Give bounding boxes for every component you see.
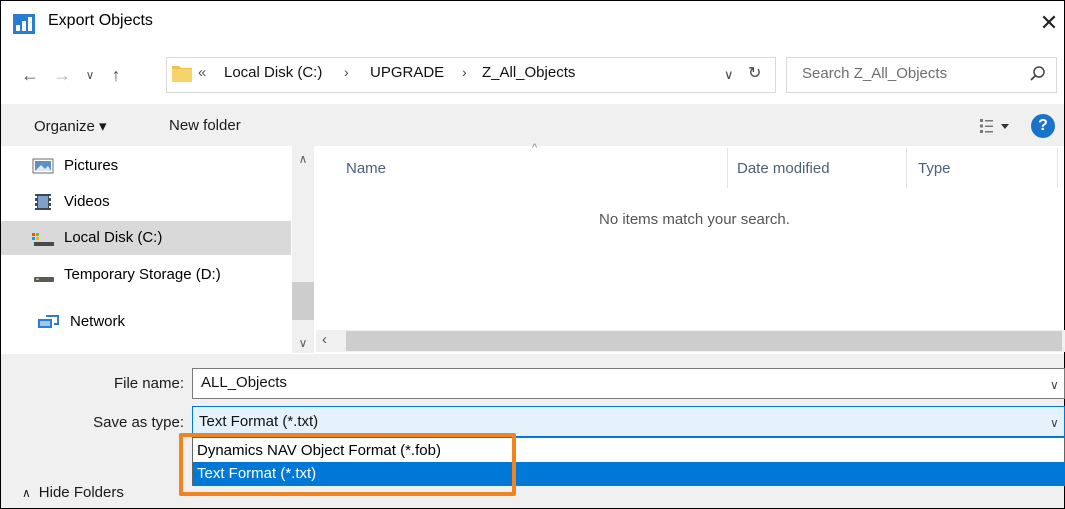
help-icon[interactable]: ? [1031,114,1055,138]
column-divider[interactable] [1057,148,1058,188]
breadcrumb-separator[interactable]: › [462,64,467,80]
hide-folders-label: Hide Folders [38,484,124,501]
hide-folders-button[interactable]: ∧ Hide Folders [22,484,124,501]
file-name-field[interactable] [192,368,1065,399]
file-name-value: ALL_Objects [201,374,287,391]
file-name-label: File name: [113,375,184,392]
back-arrow-icon[interactable]: ← [18,62,42,88]
annotation-highlight-box [179,433,516,496]
scroll-down-icon[interactable]: ∨ [292,336,314,350]
save-as-type-value: Text Format (*.txt) [199,413,319,430]
breadcrumb-overflow[interactable]: « [198,64,206,81]
save-as-type-dropdown-icon[interactable]: ∨ [1050,416,1059,430]
network-icon [38,315,59,329]
column-divider[interactable] [906,148,907,188]
column-header-type[interactable]: Type [918,160,951,177]
refresh-icon[interactable]: ↻ [748,63,761,83]
pictures-icon [32,158,54,174]
breadcrumb-z-all-objects[interactable]: Z_All_Objects [482,64,575,81]
organize-button[interactable]: Organize ▾ [34,117,107,135]
nav-item-network[interactable]: Network [38,305,126,339]
breadcrumb-upgrade[interactable]: UPGRADE [370,64,444,81]
nav-item-temporary-storage[interactable]: Temporary Storage (D:) [32,258,221,292]
file-list-scroll-thumb[interactable] [346,331,1062,351]
scroll-left-icon[interactable]: ‹ [322,331,327,348]
column-header-date-modified[interactable]: Date modified [737,160,830,177]
nav-item-videos[interactable]: Videos [32,185,110,219]
search-icon[interactable] [1028,64,1048,84]
nav-scroll-thumb[interactable] [292,282,314,320]
forward-arrow-icon[interactable]: → [50,62,74,88]
address-dropdown-icon[interactable]: ∨ [724,67,734,83]
sort-chevron-icon: ^ [532,142,538,154]
folder-icon [172,66,192,82]
scroll-up-icon[interactable]: ∧ [292,152,314,166]
command-toolbar [1,104,1064,146]
search-placeholder: Search Z_All_Objects [802,65,948,82]
videos-icon [35,194,51,211]
empty-results-message: No items match your search. [599,211,790,228]
drive-icon [34,277,54,283]
recent-chevron-icon[interactable]: ∨ [80,62,100,88]
save-as-type-label: Save as type: [93,414,184,431]
column-header-name[interactable]: Name [346,160,386,177]
view-options-icon[interactable] [978,116,1012,136]
breadcrumb-local-disk[interactable]: Local Disk (C:) [224,64,322,81]
file-name-dropdown-icon[interactable]: ∨ [1050,378,1059,392]
nav-item-label: Local Disk (C:) [64,229,163,246]
local-disk-icon [32,233,54,247]
up-arrow-icon[interactable]: ↑ [104,62,128,88]
new-folder-button[interactable]: New folder [169,117,241,134]
nav-item-pictures[interactable]: Pictures [32,149,118,183]
chevron-up-icon: ∧ [22,486,31,500]
column-divider[interactable] [727,148,728,188]
title-bar [1,1,1064,47]
nav-item-local-disk[interactable]: Local Disk (C:) [32,221,162,255]
breadcrumb-separator[interactable]: › [344,64,349,80]
app-icon [13,14,35,34]
close-button[interactable]: ✕ [1036,8,1062,38]
nav-vertical-scrollbar[interactable] [292,146,314,353]
nav-item-label: Videos [64,193,110,210]
nav-item-label: Pictures [64,157,119,174]
window-title: Export Objects [48,12,153,29]
nav-item-label: Network [70,313,126,330]
nav-item-label: Temporary Storage (D:) [64,266,221,283]
